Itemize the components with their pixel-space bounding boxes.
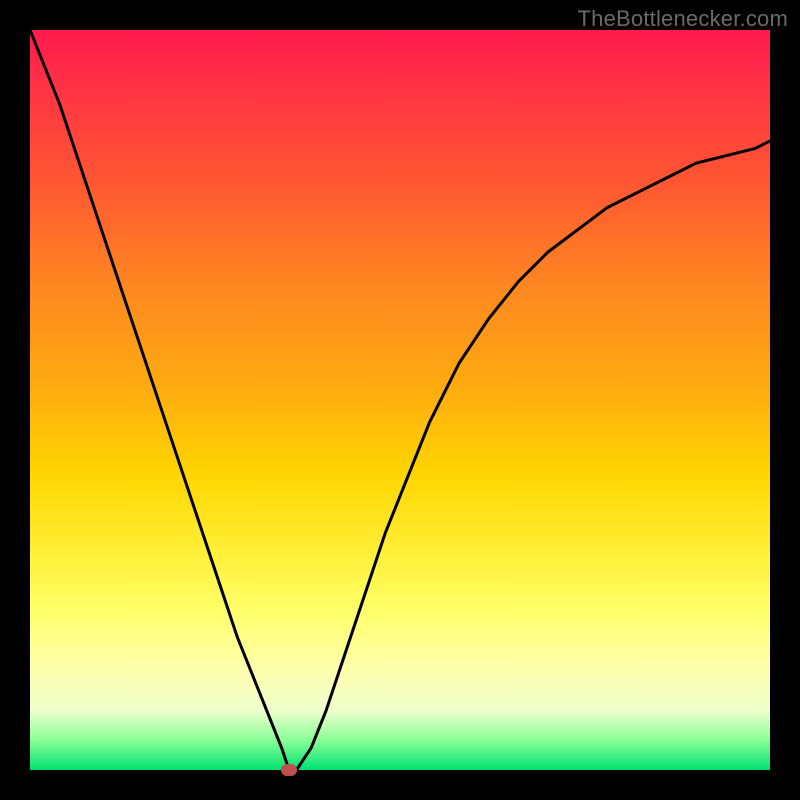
plot-area (30, 30, 770, 770)
optimum-marker (281, 764, 297, 776)
watermark-text: TheBottlenecker.com (578, 6, 788, 32)
chart-frame: TheBottlenecker.com (0, 0, 800, 800)
bottleneck-curve (30, 30, 770, 770)
